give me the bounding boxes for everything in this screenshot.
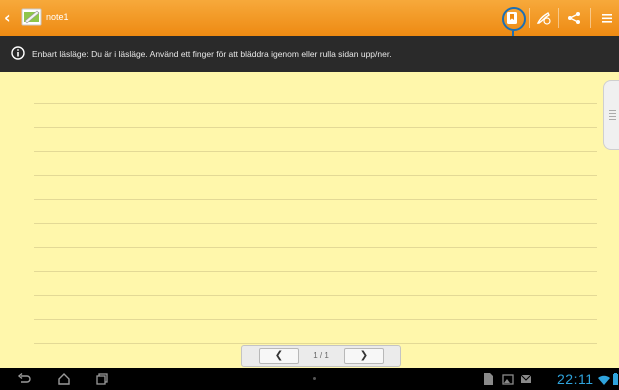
pen-icon xyxy=(536,11,551,25)
ruled-line xyxy=(34,343,597,344)
next-page-button[interactable]: ❯ xyxy=(344,348,384,364)
mail-icon xyxy=(520,374,532,383)
chevron-left-icon[interactable]: ‹ xyxy=(4,8,18,28)
document-icon xyxy=(484,373,493,385)
ruled-line xyxy=(34,151,597,152)
ruled-line xyxy=(34,271,597,272)
previous-page-button[interactable]: ❮ xyxy=(259,348,299,364)
infobar-text: Enbart läsläge: Du är i läsläge. Använd … xyxy=(32,49,392,59)
system-navigation-bar: 22:11 xyxy=(0,368,619,390)
side-scroll-handle[interactable] xyxy=(603,80,619,150)
ruled-line xyxy=(34,223,597,224)
gallery-icon xyxy=(502,374,514,385)
ruled-line xyxy=(34,127,597,128)
toolbar-divider xyxy=(529,8,530,28)
info-icon xyxy=(11,46,25,60)
note-title: note1 xyxy=(46,12,69,22)
share-button[interactable] xyxy=(563,7,585,29)
grip-line xyxy=(609,116,616,117)
clock: 22:11 xyxy=(557,371,594,387)
battery-icon xyxy=(613,373,618,385)
ruled-line xyxy=(34,319,597,320)
highlight-ring xyxy=(502,7,526,31)
menu-icon xyxy=(602,14,612,23)
screenshot-dot xyxy=(313,377,316,380)
ruled-line xyxy=(34,295,597,296)
menu-button[interactable] xyxy=(596,7,618,29)
ruled-line xyxy=(34,175,597,176)
edit-button[interactable] xyxy=(533,7,555,29)
grip-line xyxy=(609,119,616,120)
page-navigator: ❮ 1 / 1 ❯ xyxy=(241,345,401,367)
recent-apps-icon[interactable] xyxy=(94,371,110,387)
page-indicator: 1 / 1 xyxy=(313,351,329,360)
toolbar-divider xyxy=(558,8,559,28)
ruled-line xyxy=(34,199,597,200)
note-page[interactable] xyxy=(0,72,619,368)
home-icon[interactable] xyxy=(56,371,72,387)
back-icon[interactable] xyxy=(16,371,32,387)
read-only-infobar: Enbart läsläge: Du är i läsläge. Använd … xyxy=(0,36,619,72)
ruled-line xyxy=(34,247,597,248)
share-icon xyxy=(568,12,580,24)
ruled-line xyxy=(34,103,597,104)
notebook-icon[interactable] xyxy=(21,6,43,28)
grip-line xyxy=(609,110,616,111)
grip-line xyxy=(609,113,616,114)
top-toolbar: ‹ note1 xyxy=(0,0,619,36)
toolbar-divider xyxy=(590,8,591,28)
